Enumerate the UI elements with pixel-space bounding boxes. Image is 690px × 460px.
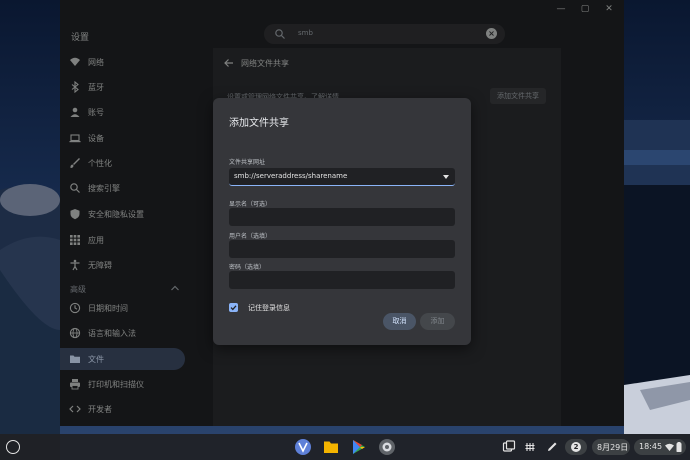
- password-field[interactable]: [229, 271, 455, 289]
- keyboard-icon[interactable]: [524, 441, 536, 453]
- dropdown-arrow-icon[interactable]: [443, 175, 449, 179]
- display-name-field[interactable]: [229, 208, 455, 226]
- date-button[interactable]: 8月29日: [592, 439, 630, 455]
- url-field-value[interactable]: smb://serveraddress/sharename: [234, 172, 347, 180]
- url-field-label: 文件共享网址: [229, 159, 266, 166]
- launcher-button[interactable]: [6, 440, 20, 454]
- battery-icon: [676, 442, 682, 452]
- status-area-button[interactable]: 18:45: [634, 439, 686, 455]
- remember-credentials-checkbox[interactable]: [229, 303, 238, 312]
- checkmark-icon: [230, 305, 237, 311]
- shelf-date: 8月29日: [597, 443, 629, 452]
- stylus-icon[interactable]: [546, 441, 558, 453]
- window-overview-icon[interactable]: [502, 440, 516, 454]
- cancel-button[interactable]: 取消: [383, 313, 416, 330]
- notification-button[interactable]: 2: [565, 439, 587, 455]
- shelf: 2 8月29日 18:45: [0, 434, 690, 460]
- notification-count-badge: 2: [571, 442, 581, 452]
- settings-app-icon[interactable]: [378, 438, 396, 456]
- wifi-icon: [665, 443, 674, 451]
- username-label: 用户名（选填）: [229, 233, 272, 240]
- shelf-time: 18:45: [639, 442, 663, 451]
- files-app-icon[interactable]: [322, 438, 340, 456]
- url-field[interactable]: smb://serveraddress/sharename: [229, 168, 455, 186]
- play-store-icon[interactable]: [350, 438, 368, 456]
- dialog-title: 添加文件共享: [229, 118, 289, 129]
- display-name-label: 显示名（可选）: [229, 201, 272, 208]
- remember-credentials-label[interactable]: 记住登录信息: [248, 303, 290, 313]
- assistant-app-icon[interactable]: [294, 438, 312, 456]
- add-button[interactable]: 添加: [420, 313, 455, 330]
- password-label: 密码（选填）: [229, 264, 266, 271]
- username-field[interactable]: [229, 240, 455, 258]
- add-file-share-dialog: 添加文件共享 文件共享网址 smb://serveraddress/sharen…: [213, 98, 471, 345]
